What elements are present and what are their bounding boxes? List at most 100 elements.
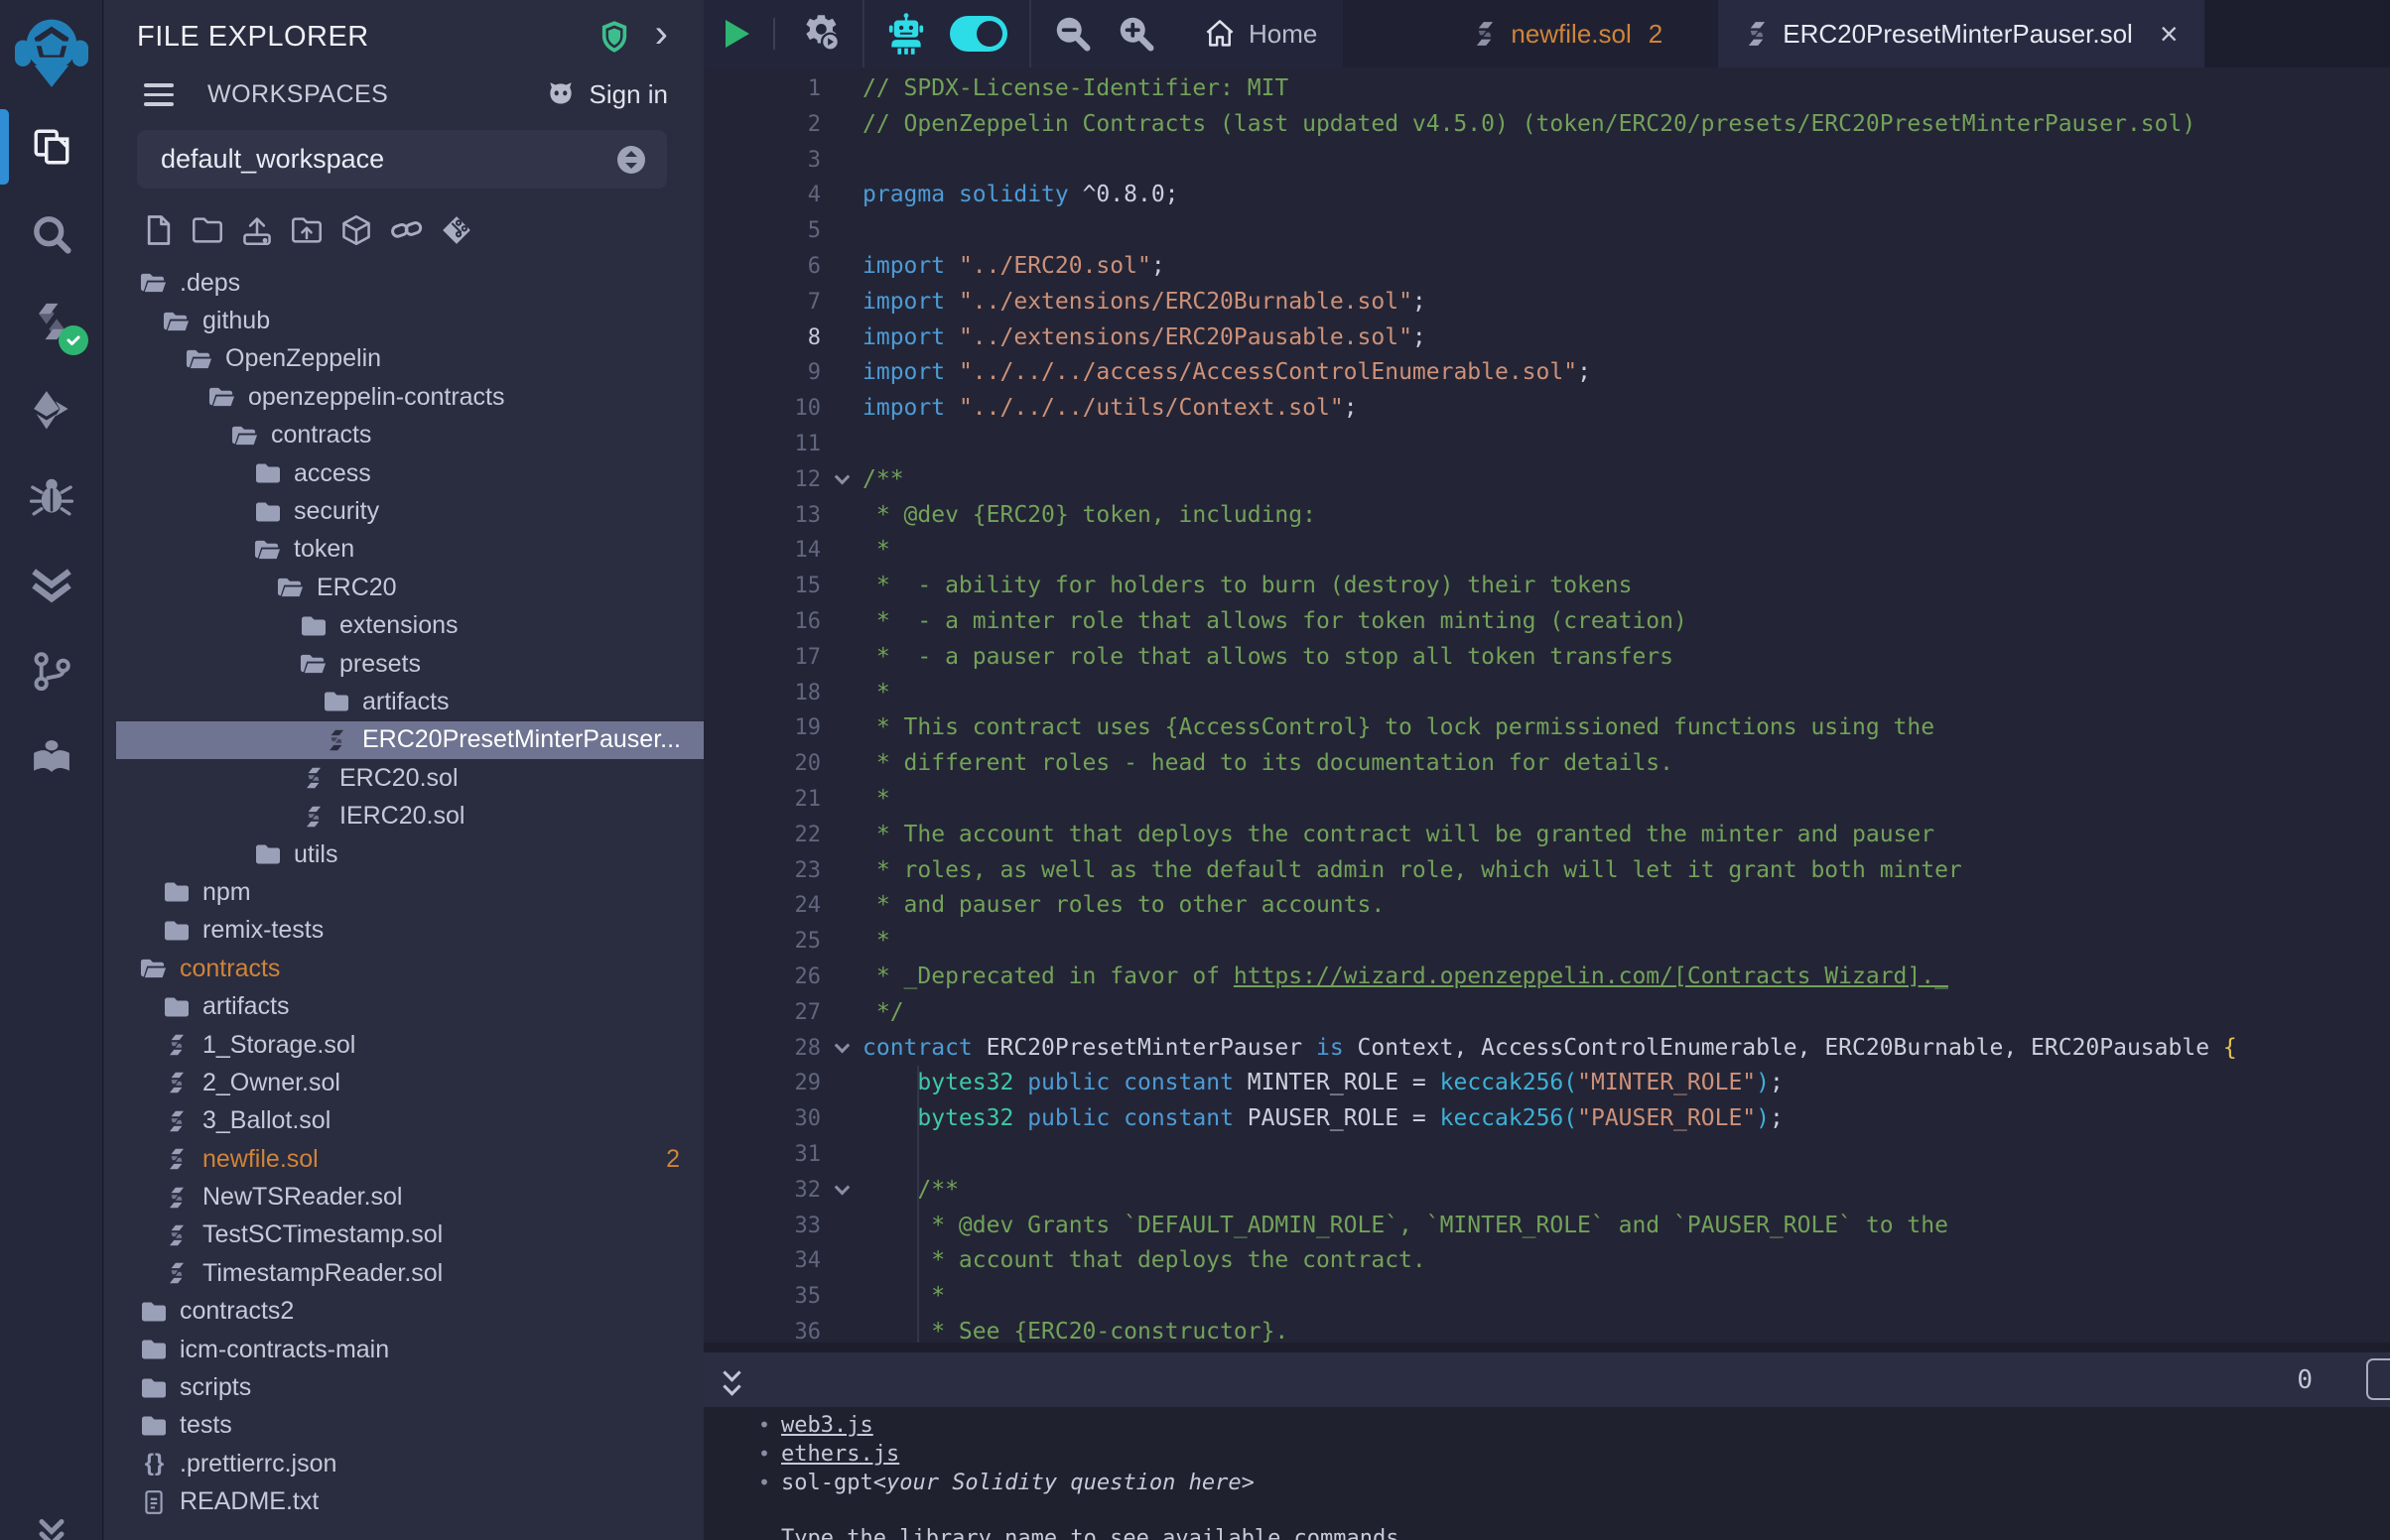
sign-in-button[interactable]: Sign in xyxy=(544,79,669,110)
code-line-18[interactable]: 18 * xyxy=(704,676,2390,711)
code-line-28[interactable]: 28contract ERC20PresetMinterPauser is Co… xyxy=(704,1031,2390,1067)
code-line-13[interactable]: 13 * @dev {ERC20} token, including: xyxy=(704,498,2390,534)
zoom-in-button[interactable] xyxy=(1117,14,1156,54)
tree-item-tests[interactable]: tests xyxy=(116,1407,704,1445)
upload-file-button[interactable] xyxy=(241,214,273,246)
tab-close-button[interactable]: × xyxy=(2160,18,2179,50)
code-line-6[interactable]: 6import "../ERC20.sol"; xyxy=(704,249,2390,285)
code-line-20[interactable]: 20 * different roles - head to its docum… xyxy=(704,746,2390,782)
code-line-30[interactable]: 30 bytes32 public constant PAUSER_ROLE =… xyxy=(704,1101,2390,1137)
run-script-button[interactable] xyxy=(726,20,749,48)
code-line-10[interactable]: 10import "../../../utils/Context.sol"; xyxy=(704,391,2390,427)
tree-item-access[interactable]: access xyxy=(116,454,704,492)
code-line-33[interactable]: 33 * @dev Grants `DEFAULT_ADMIN_ROLE`, `… xyxy=(704,1209,2390,1244)
tree-item-erc20-sol[interactable]: ERC20.sol xyxy=(116,759,704,797)
tree-item-newtsreader-sol[interactable]: NewTSReader.sol xyxy=(116,1178,704,1216)
tree-item-timestampreader-sol[interactable]: TimestampReader.sol xyxy=(116,1254,704,1292)
tree-item-contracts[interactable]: contracts xyxy=(116,417,704,454)
sidebar-item-solidity-compiler[interactable] xyxy=(0,278,102,365)
workspaces-menu-icon[interactable] xyxy=(144,83,174,106)
code-line-1[interactable]: 1// SPDX-License-Identifier: MIT xyxy=(704,71,2390,107)
tree-item-npm[interactable]: npm xyxy=(116,873,704,911)
tree-item-testsctimestamp-sol[interactable]: TestSCTimestamp.sol xyxy=(116,1217,704,1254)
terminal-header[interactable]: 0 xyxy=(704,1352,2390,1407)
code-line-2[interactable]: 2// OpenZeppelin Contracts (last updated… xyxy=(704,107,2390,143)
code-line-5[interactable]: 5 xyxy=(704,213,2390,249)
new-file-button[interactable] xyxy=(144,214,174,246)
remix-logo[interactable] xyxy=(0,0,102,103)
code-line-23[interactable]: 23 * roles, as well as the default admin… xyxy=(704,853,2390,889)
new-folder-button[interactable] xyxy=(192,215,223,245)
tree-item-github[interactable]: github xyxy=(116,302,704,339)
code-line-11[interactable]: 11 xyxy=(704,427,2390,462)
code-line-14[interactable]: 14 * xyxy=(704,533,2390,569)
code-line-21[interactable]: 21 * xyxy=(704,782,2390,818)
tree-item-remix-tests[interactable]: remix-tests xyxy=(116,912,704,950)
ai-copilot-robot-button[interactable] xyxy=(886,12,926,56)
ipfs-cube-button[interactable] xyxy=(340,214,372,246)
tree-item-newfile-sol[interactable]: newfile.sol2 xyxy=(116,1140,704,1178)
tree-item-erc20[interactable]: ERC20 xyxy=(116,569,704,606)
terminal-collapse-button[interactable] xyxy=(726,1366,738,1393)
terminal-search-input[interactable] xyxy=(2366,1358,2390,1400)
tab-erc20-preset-minter-pauser[interactable]: ERC20PresetMinterPauser.sol × xyxy=(1718,0,2203,67)
tab-newfile[interactable]: newfile.sol 2 xyxy=(1446,0,1688,67)
code-line-26[interactable]: 26 * _Deprecated in favor of https://wiz… xyxy=(704,960,2390,995)
code-line-34[interactable]: 34 * account that deploys the contract. xyxy=(704,1243,2390,1279)
code-line-27[interactable]: 27 */ xyxy=(704,995,2390,1031)
sidebar-item-search[interactable] xyxy=(0,191,102,278)
tree-item-readme-txt[interactable]: README.txt xyxy=(116,1483,704,1521)
code-line-8[interactable]: 8import "../extensions/ERC20Pausable.sol… xyxy=(704,321,2390,356)
ai-copilot-toggle[interactable] xyxy=(950,16,1007,52)
tree-item-icm-contracts-main[interactable]: icm-contracts-main xyxy=(116,1331,704,1368)
workspace-select[interactable]: default_workspace xyxy=(137,130,667,189)
sidebar-item-learneth[interactable] xyxy=(0,714,102,802)
code-line-19[interactable]: 19 * This contract uses {AccessControl} … xyxy=(704,710,2390,746)
code-line-15[interactable]: 15 * - ability for holders to burn (dest… xyxy=(704,569,2390,604)
fold-chevron-icon[interactable] xyxy=(821,1031,863,1067)
tree-item-1-storage-sol[interactable]: 1_Storage.sol xyxy=(116,1026,704,1064)
code-line-29[interactable]: 29 bytes32 public constant MINTER_ROLE =… xyxy=(704,1066,2390,1101)
code-editor[interactable]: 1// SPDX-License-Identifier: MIT2// Open… xyxy=(704,67,2390,1343)
panel-expand-chevron[interactable]: › xyxy=(655,20,668,48)
code-line-24[interactable]: 24 * and pauser roles to other accounts. xyxy=(704,888,2390,924)
tree-item-openzeppelin-contracts[interactable]: openzeppelin-contracts xyxy=(116,378,704,416)
tree-item--deps[interactable]: .deps xyxy=(116,264,704,302)
tree-item-artifacts[interactable]: artifacts xyxy=(116,987,704,1025)
terminal-link[interactable]: web3.js xyxy=(781,1411,873,1440)
tree-item-extensions[interactable]: extensions xyxy=(116,607,704,645)
sidebar-item-debugger[interactable] xyxy=(0,452,102,540)
tree-item-security[interactable]: security xyxy=(116,492,704,530)
tree-item-artifacts[interactable]: artifacts xyxy=(116,683,704,720)
code-line-12[interactable]: 12/** xyxy=(704,462,2390,498)
code-line-7[interactable]: 7import "../extensions/ERC20Burnable.sol… xyxy=(704,285,2390,321)
shield-icon[interactable] xyxy=(599,20,629,54)
code-line-35[interactable]: 35 * xyxy=(704,1279,2390,1315)
sidebar-item-static-analysis[interactable] xyxy=(0,540,102,627)
tree-item-openzeppelin[interactable]: OpenZeppelin xyxy=(116,340,704,378)
fold-chevron-icon[interactable] xyxy=(821,1173,863,1209)
tree-item-contracts[interactable]: contracts xyxy=(116,950,704,987)
sidebar-item-deploy-run[interactable] xyxy=(0,365,102,452)
script-config-button[interactable] xyxy=(799,14,841,54)
code-line-17[interactable]: 17 * - a pauser role that allows to stop… xyxy=(704,640,2390,676)
tab-home[interactable]: Home xyxy=(1178,0,1343,67)
upload-folder-button[interactable] xyxy=(291,215,323,245)
git-diamond-button[interactable] xyxy=(442,215,471,245)
link-button[interactable] xyxy=(390,215,424,245)
tree-item-presets[interactable]: presets xyxy=(116,645,704,683)
code-line-31[interactable]: 31 xyxy=(704,1137,2390,1173)
terminal-body[interactable]: •web3.js•ethers.js•sol-gpt <your Solidit… xyxy=(704,1407,2390,1540)
code-line-16[interactable]: 16 * - a minter role that allows for tok… xyxy=(704,604,2390,640)
fold-chevron-icon[interactable] xyxy=(821,462,863,498)
tree-item-utils[interactable]: utils xyxy=(116,835,704,873)
zoom-out-button[interactable] xyxy=(1053,14,1093,54)
rail-collapse-button[interactable] xyxy=(0,1514,103,1540)
code-line-9[interactable]: 9import "../../../access/AccessControlEn… xyxy=(704,355,2390,391)
code-line-25[interactable]: 25 * xyxy=(704,924,2390,960)
tree-item-scripts[interactable]: scripts xyxy=(116,1368,704,1406)
code-line-22[interactable]: 22 * The account that deploys the contra… xyxy=(704,818,2390,853)
tree-item-token[interactable]: token xyxy=(116,531,704,569)
tree-item-2-owner-sol[interactable]: 2_Owner.sol xyxy=(116,1064,704,1101)
code-line-36[interactable]: 36 * See {ERC20-constructor}. xyxy=(704,1315,2390,1343)
